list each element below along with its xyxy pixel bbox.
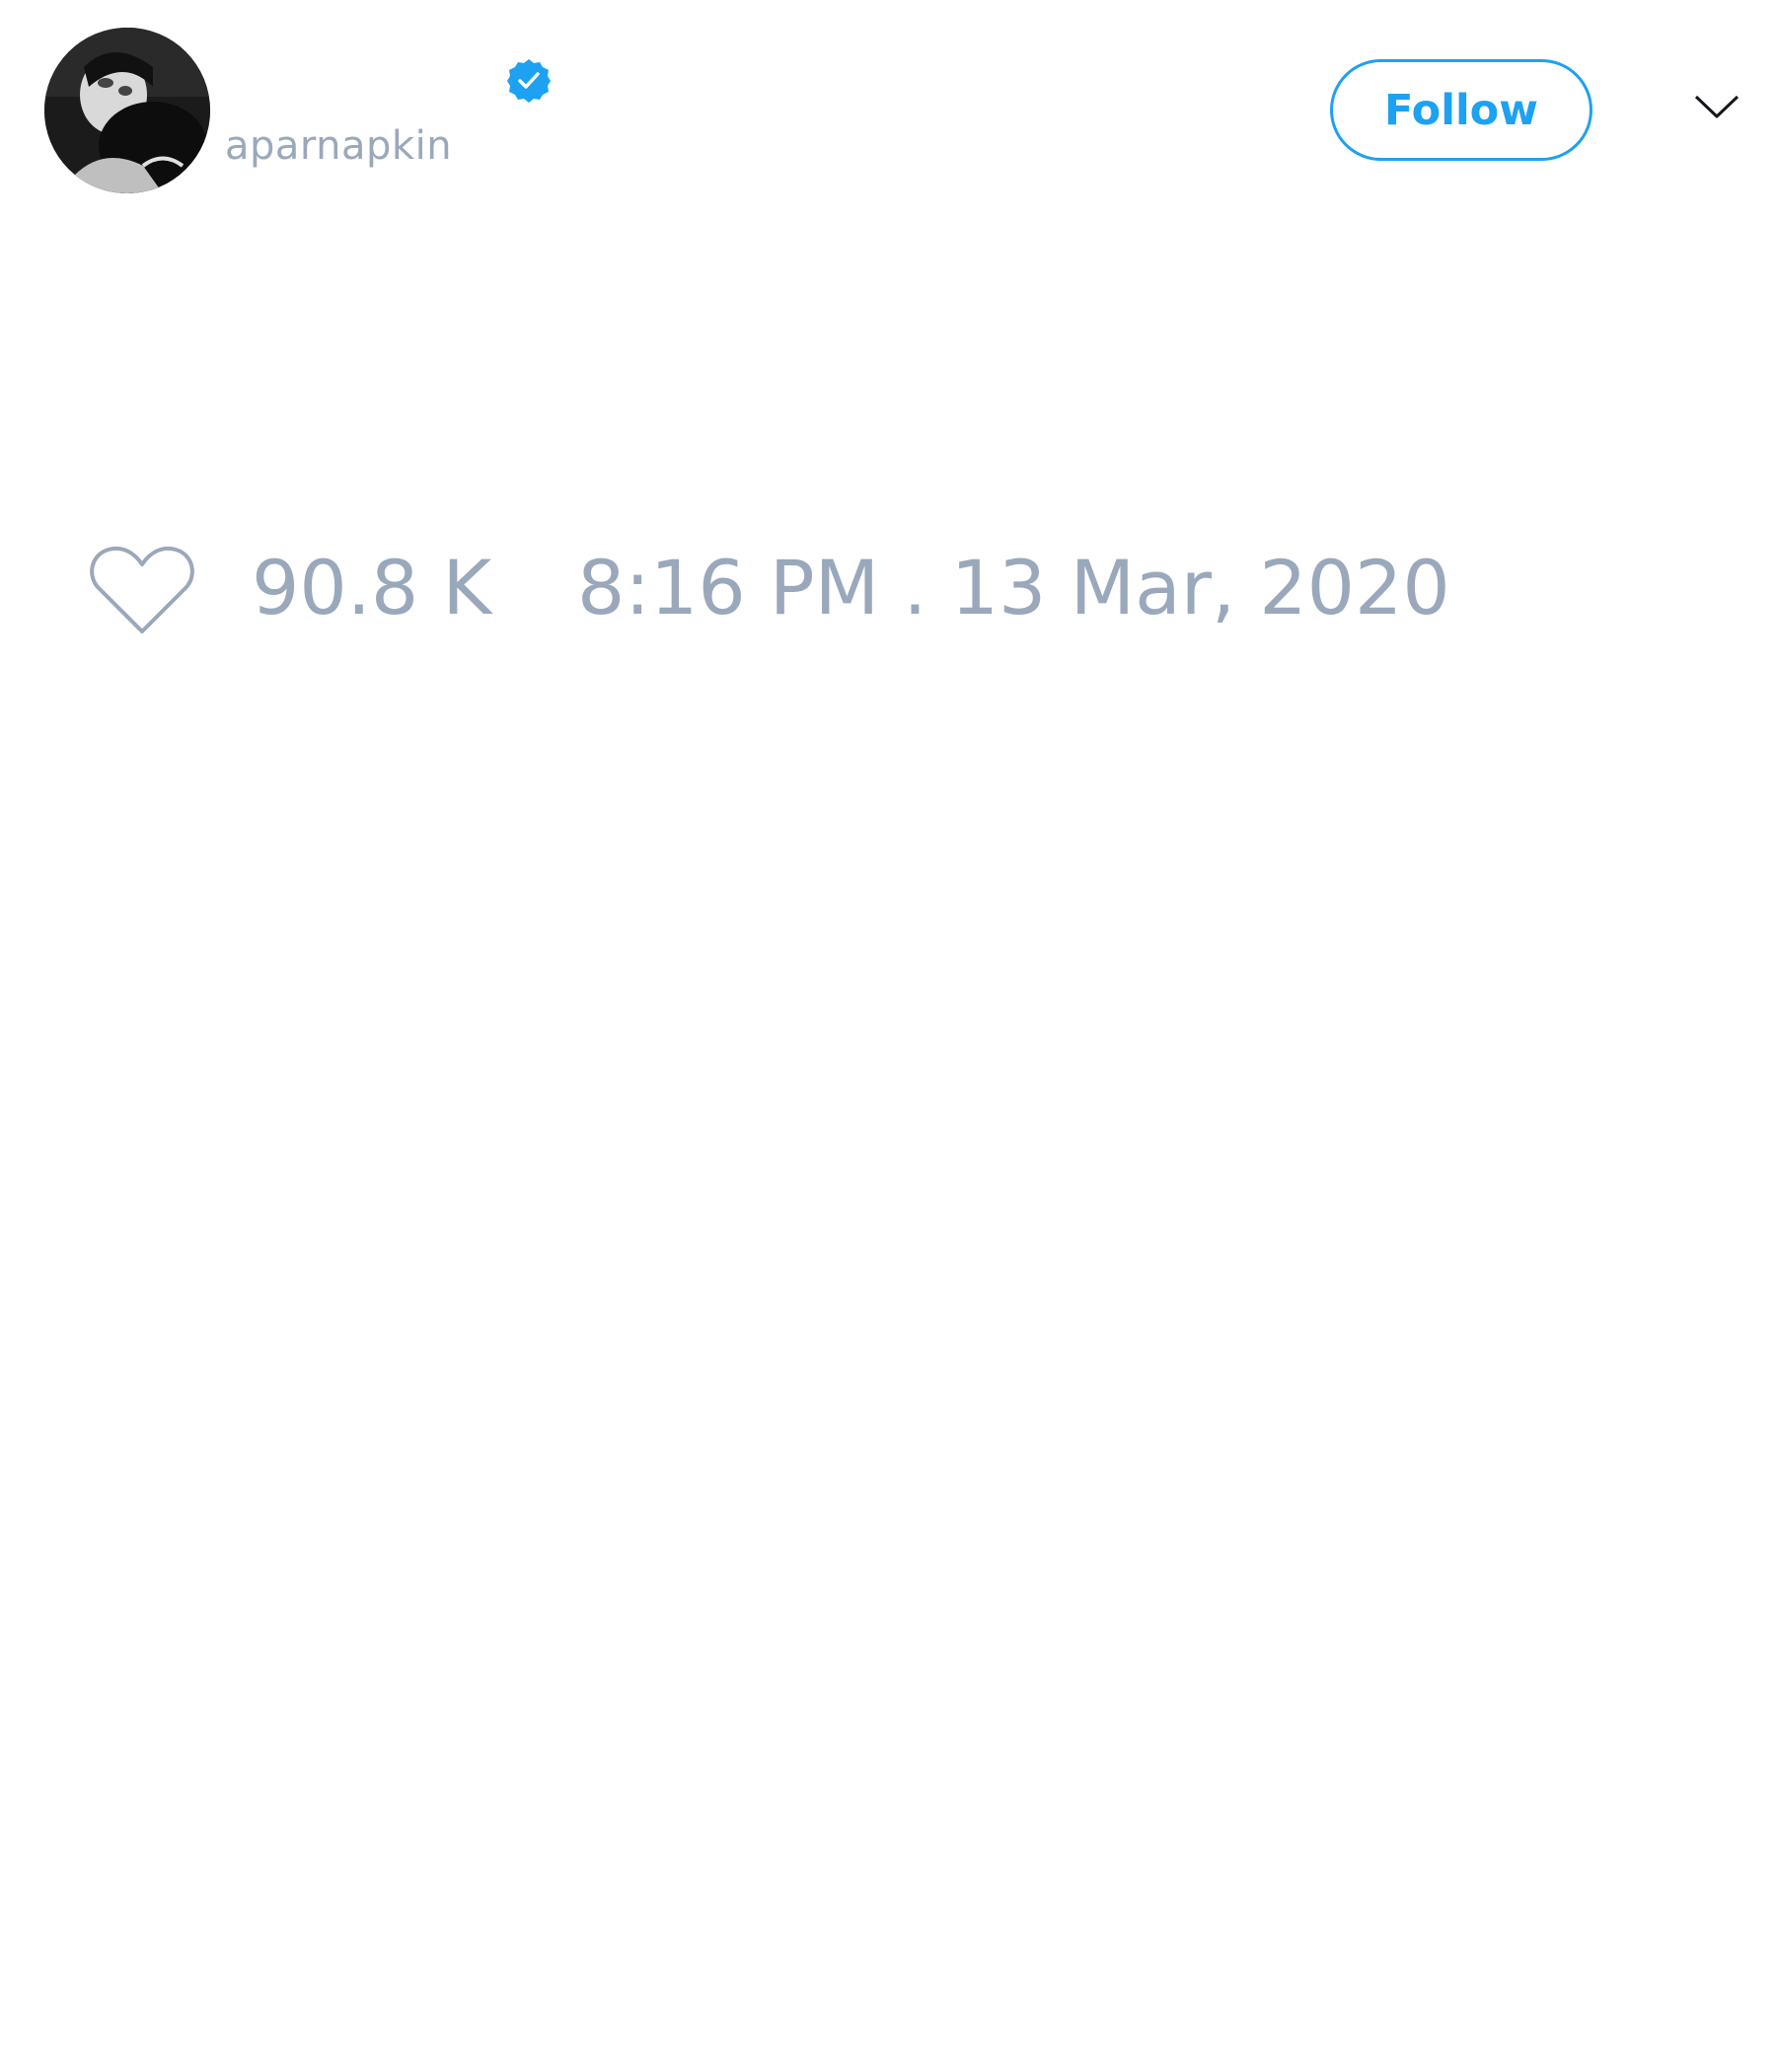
chevron-down-icon[interactable] [1693,91,1740,122]
avatar-photo [44,28,210,193]
like-count: 90.8 K [252,544,492,631]
verified-badge-icon [507,59,551,103]
heart-icon[interactable] [89,541,195,639]
tweet-timestamp[interactable]: 8:16 PM . 13 Mar, 2020 [577,549,1450,628]
follow-button[interactable]: Follow [1330,59,1592,161]
author-handle[interactable]: aparnapkin [225,123,452,169]
avatar[interactable] [44,28,210,193]
tweet-card: aparnapkin Follow 90.8 K 8:16 PM . 13 Ma… [0,0,1776,2072]
